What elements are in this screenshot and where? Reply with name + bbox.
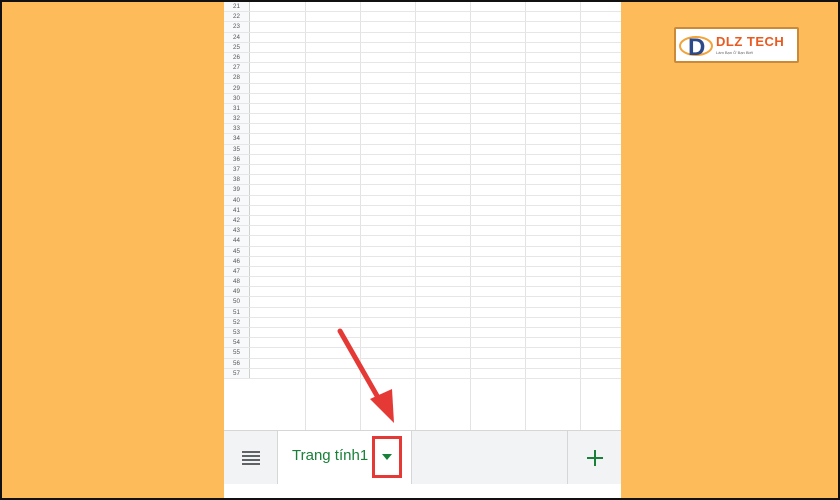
spreadsheet-row[interactable]: 41 — [224, 205, 621, 216]
row-number[interactable]: 22 — [224, 12, 250, 22]
row-number[interactable]: 46 — [224, 256, 250, 266]
row-number[interactable]: 33 — [224, 124, 250, 134]
spreadsheet-row[interactable]: 43 — [224, 226, 621, 237]
spreadsheet-row[interactable]: 22 — [224, 12, 621, 23]
spreadsheet-row[interactable]: 44 — [224, 236, 621, 247]
row-number[interactable]: 24 — [224, 32, 250, 42]
spreadsheet-row[interactable]: 47 — [224, 266, 621, 278]
spreadsheet-grid[interactable]: 21 22 23 24 25 26 27 28 29 30 31 32 33 34 35 36 37 38 39 40… — [224, 2, 621, 430]
spreadsheet-row[interactable]: 48 — [224, 277, 621, 288]
plus-icon — [586, 450, 603, 466]
row-number[interactable]: 26 — [224, 52, 250, 63]
phone-screen: 21 22 23 24 25 26 27 28 29 30 31 32 33 34 35 36 37 38 39 40… — [224, 2, 621, 498]
row-number[interactable]: 45 — [224, 246, 250, 256]
spreadsheet-row[interactable]: 49 — [224, 287, 621, 298]
svg-text:D: D — [688, 34, 705, 61]
spreadsheet-row[interactable]: 31 — [224, 103, 621, 115]
row-number[interactable]: 50 — [224, 297, 250, 307]
row-number[interactable]: 53 — [224, 328, 250, 338]
spreadsheet-row[interactable]: 51 — [224, 307, 621, 318]
spreadsheet-row[interactable]: 29 — [224, 83, 621, 94]
row-number[interactable]: 29 — [224, 83, 250, 93]
row-number[interactable]: 27 — [224, 63, 250, 73]
spreadsheet-row[interactable]: 52 — [224, 317, 621, 328]
logo-mark-icon: D — [679, 34, 713, 61]
spreadsheet-row[interactable]: 27 — [224, 63, 621, 74]
row-number[interactable]: 47 — [224, 266, 250, 277]
spreadsheet-row[interactable]: 30 — [224, 93, 621, 104]
row-number[interactable]: 32 — [224, 114, 250, 124]
row-number[interactable]: 57 — [224, 368, 250, 378]
row-number[interactable]: 39 — [224, 185, 250, 195]
sheet-tab[interactable]: Trang tính1 — [278, 431, 412, 485]
spreadsheet-row[interactable]: 57 — [224, 368, 621, 379]
row-number[interactable]: 49 — [224, 287, 250, 297]
row-number[interactable]: 52 — [224, 317, 250, 327]
sheet-tab-label: Trang tính1 — [292, 447, 369, 464]
spreadsheet-row[interactable]: 45 — [224, 246, 621, 257]
row-number[interactable]: 54 — [224, 338, 250, 348]
spreadsheet-row[interactable]: 46 — [224, 256, 621, 267]
caret-down-icon — [382, 454, 392, 460]
row-number[interactable]: 36 — [224, 154, 250, 164]
list-lines-icon — [241, 451, 260, 465]
spreadsheet-row[interactable]: 39 — [224, 185, 621, 196]
screenshot-frame: 21 22 23 24 25 26 27 28 29 30 31 32 33 34 35 36 37 38 39 40… — [0, 0, 840, 500]
sheet-tab-dropdown-button[interactable] — [372, 436, 402, 478]
red-arrow-icon — [337, 328, 394, 423]
spreadsheet-row[interactable]: 25 — [224, 42, 621, 53]
spreadsheet-row[interactable]: 34 — [224, 134, 621, 145]
spreadsheet-row[interactable]: 53 — [224, 328, 621, 339]
logo-tagline: Làm Bạn Ở Bạn Biết — [716, 50, 753, 55]
spreadsheet-row[interactable]: 33 — [224, 124, 621, 135]
row-number[interactable]: 41 — [224, 205, 250, 215]
spreadsheet-row[interactable]: 32 — [224, 114, 621, 125]
row-number[interactable]: 28 — [224, 73, 250, 83]
spreadsheet-row[interactable]: 55 — [224, 348, 621, 359]
spreadsheet-row[interactable]: 42 — [224, 215, 621, 227]
row-number[interactable]: 23 — [224, 22, 250, 32]
all-sheets-menu-button[interactable] — [224, 431, 278, 485]
logo-brand-text: DLZ TECH — [716, 34, 785, 49]
spreadsheet-row[interactable]: 50 — [224, 297, 621, 308]
row-number[interactable]: 56 — [224, 358, 250, 368]
spreadsheet-row[interactable]: 56 — [224, 358, 621, 369]
spreadsheet-row[interactable]: 38 — [224, 175, 621, 186]
spreadsheet-row[interactable]: 36 — [224, 154, 621, 165]
spreadsheet-row[interactable]: 35 — [224, 144, 621, 155]
add-sheet-button[interactable] — [567, 431, 621, 485]
spreadsheet-row[interactable]: 37 — [224, 165, 621, 176]
spreadsheet-row[interactable]: 26 — [224, 52, 621, 64]
row-number[interactable]: 38 — [224, 175, 250, 185]
row-number[interactable]: 21 — [224, 2, 250, 12]
row-number[interactable]: 48 — [224, 277, 250, 287]
bottom-safe-area — [224, 484, 621, 498]
spreadsheet-row[interactable]: 23 — [224, 22, 621, 33]
dlz-tech-logo: D DLZ TECH Làm Bạn Ở Bạn Biết — [674, 27, 799, 63]
row-number[interactable]: 37 — [224, 165, 250, 175]
sheet-tab-bar: Trang tính1 — [224, 430, 621, 485]
row-number[interactable]: 44 — [224, 236, 250, 246]
row-number[interactable]: 51 — [224, 307, 250, 317]
row-number[interactable]: 42 — [224, 215, 250, 226]
spreadsheet-row[interactable]: 24 — [224, 32, 621, 43]
row-number[interactable]: 30 — [224, 93, 250, 103]
spreadsheet-row[interactable]: 21 — [224, 2, 621, 13]
row-number[interactable]: 31 — [224, 103, 250, 114]
row-number[interactable]: 55 — [224, 348, 250, 358]
row-number[interactable]: 40 — [224, 195, 250, 205]
spreadsheet-row[interactable]: 40 — [224, 195, 621, 206]
spreadsheet-row[interactable]: 28 — [224, 73, 621, 84]
row-number[interactable]: 43 — [224, 226, 250, 236]
row-number[interactable]: 35 — [224, 144, 250, 154]
row-number[interactable]: 25 — [224, 42, 250, 52]
row-number[interactable]: 34 — [224, 134, 250, 144]
spreadsheet-row[interactable]: 54 — [224, 338, 621, 349]
